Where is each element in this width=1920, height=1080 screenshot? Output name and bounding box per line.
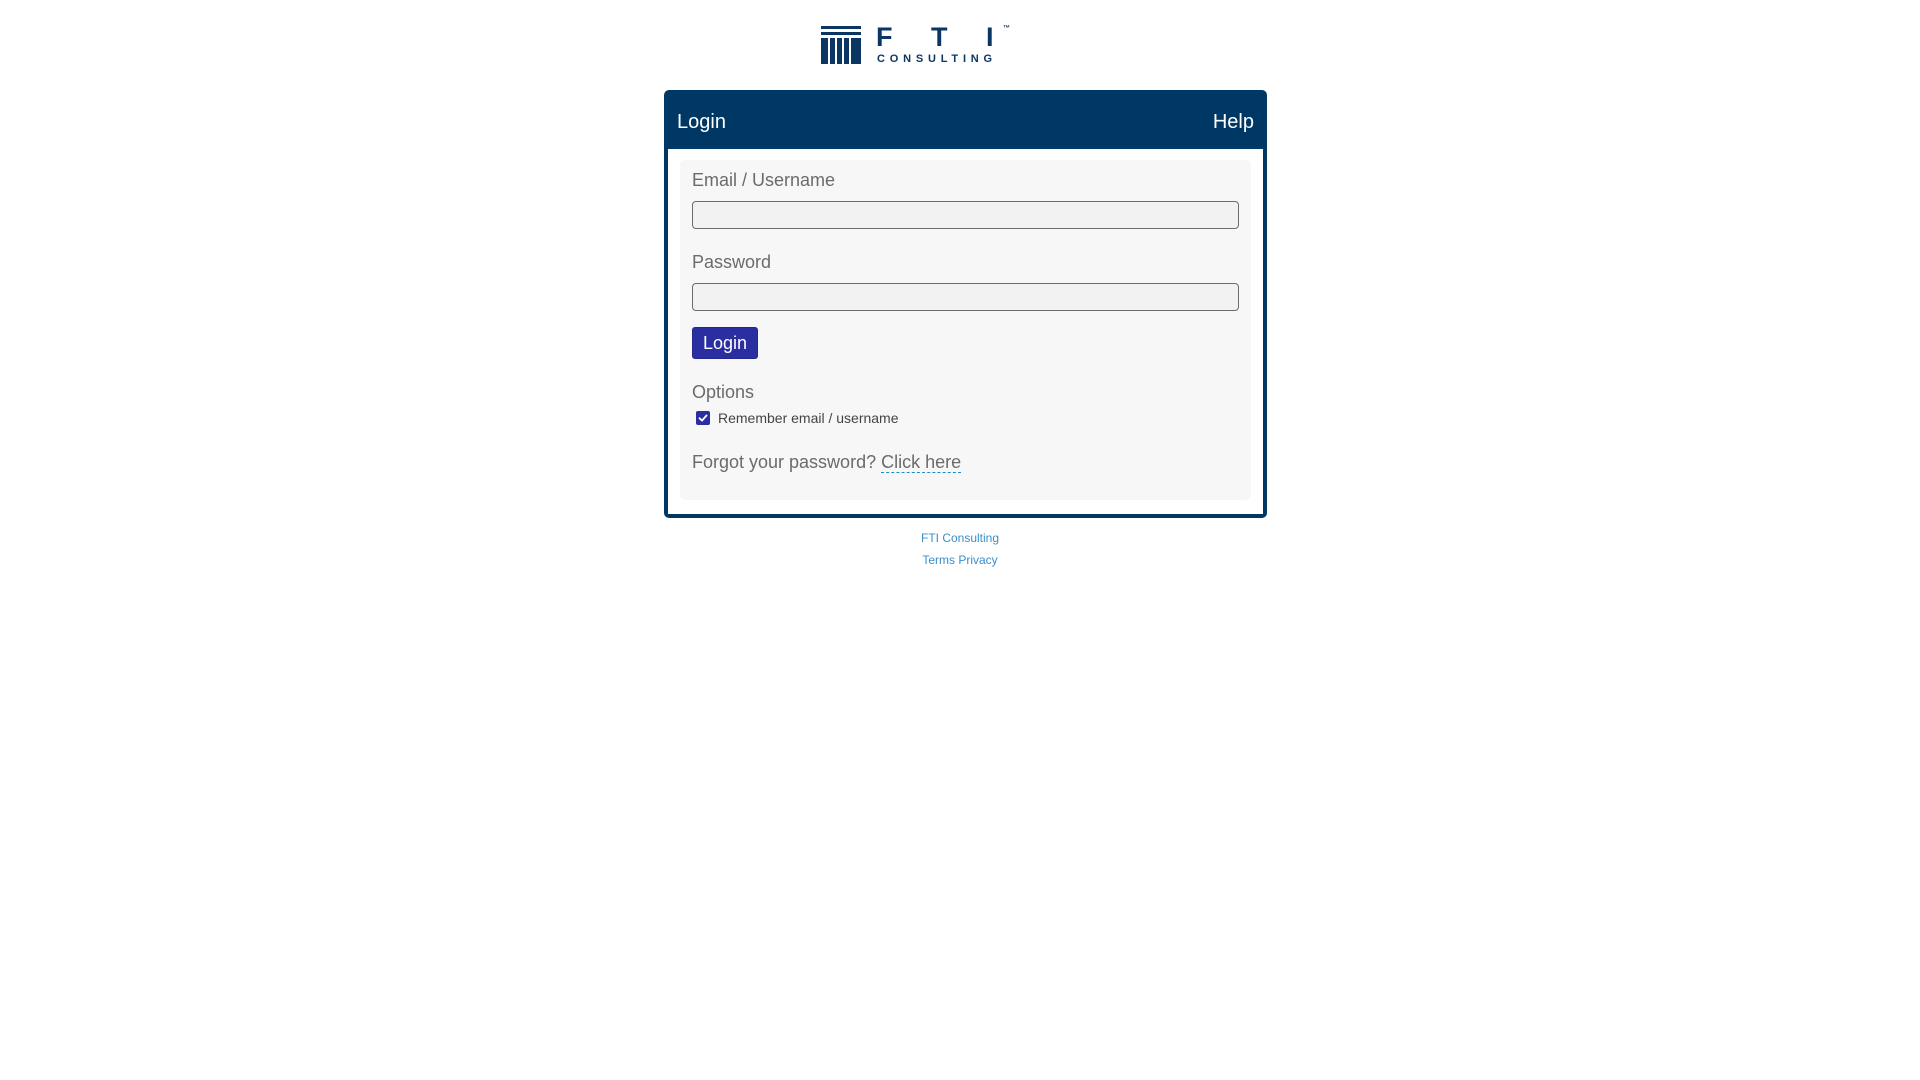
logo-letter-t: T [931,22,948,52]
remember-checkbox[interactable] [696,411,710,425]
logo-letter-i: I [986,22,994,52]
logo-trademark: ™ [1003,25,1010,32]
panel-title: Login [677,111,726,133]
logo-letter-f: F [876,22,893,52]
email-input[interactable] [692,201,1239,229]
logo-subtitle: CONSULTING [877,53,997,65]
panel-body: Email / Username Password Login Options … [668,149,1263,514]
forgot-password-text: Forgot your password? [692,452,877,472]
company-link[interactable]: FTI Consulting [921,531,999,545]
login-panel: Login Help Email / Username Password Log… [664,90,1267,518]
footer-company: FTI Consulting [0,531,1920,545]
forgot-password-row: Forgot your password? Click here [692,451,1239,473]
email-label: Email / Username [692,170,836,190]
terms-link[interactable]: Terms [922,553,955,567]
password-label: Password [692,252,772,272]
help-link[interactable]: Help [1213,110,1254,134]
login-form: Email / Username Password Login Options … [680,160,1251,500]
options-label: Options [692,382,755,402]
columns-logo-icon [821,26,861,64]
remember-row: Remember email / username [692,409,1239,427]
privacy-link[interactable]: Privacy [958,553,997,567]
password-input[interactable] [692,283,1239,311]
remember-label: Remember email / username [718,410,899,426]
panel-header: Login Help [668,90,1263,149]
logo-wordmark: F T I [876,22,1011,52]
login-button[interactable]: Login [692,327,759,359]
fti-consulting-logo: F T I ™ CONSULTING [821,22,1011,66]
forgot-password-link[interactable]: Click here [881,452,962,473]
footer-legal: Terms Privacy [0,553,1920,567]
check-icon [698,414,708,422]
